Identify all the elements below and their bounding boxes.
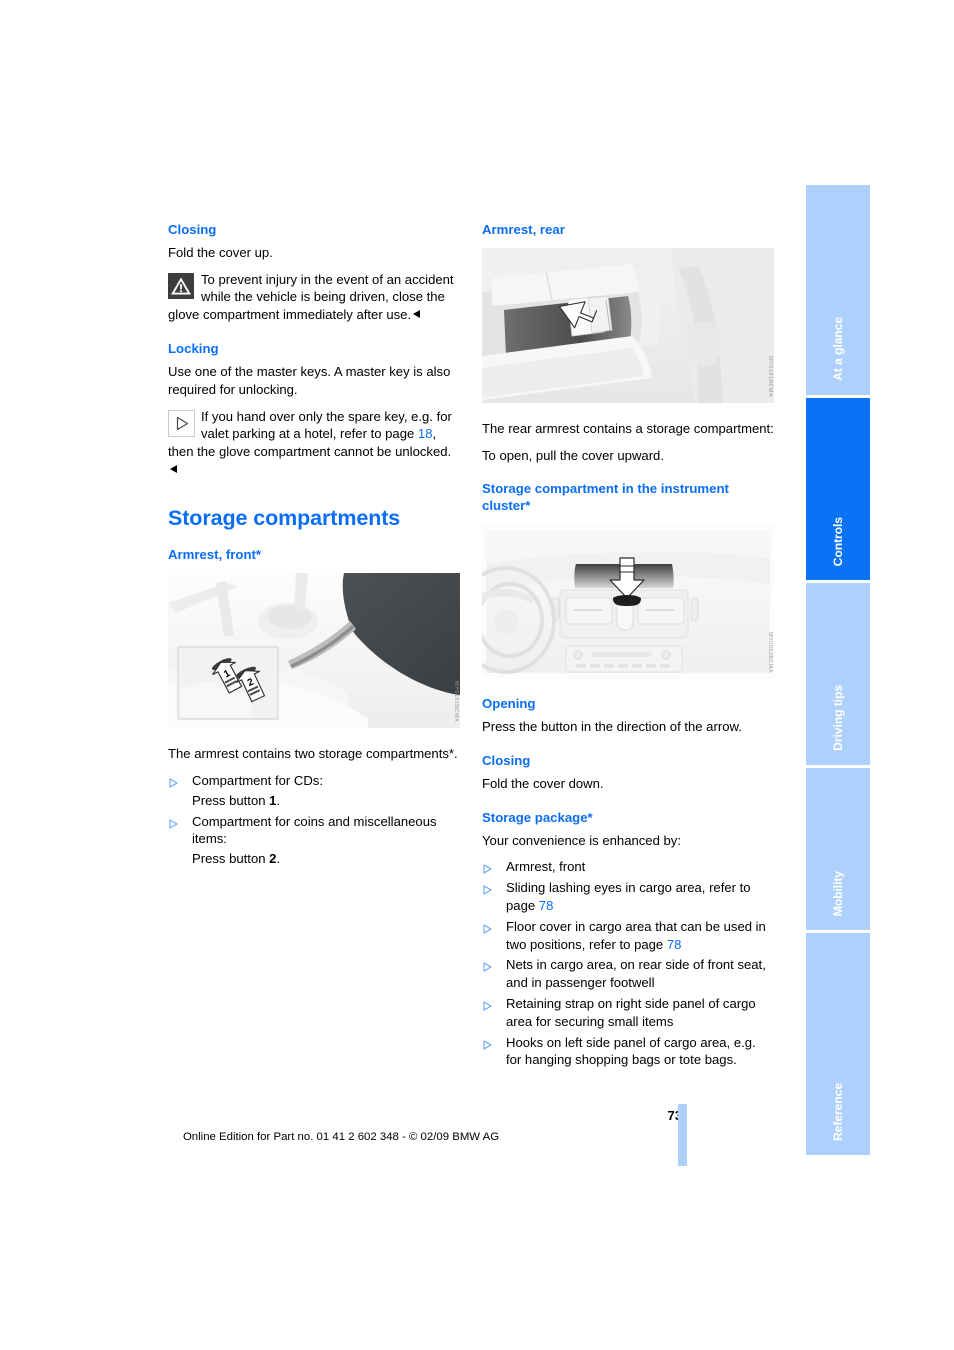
- bullet-triangle-icon: [483, 921, 492, 934]
- heading-armrest-front: Armrest, front*: [168, 547, 262, 563]
- sidebar-item-controls[interactable]: Controls: [806, 398, 870, 580]
- figure-watermark: MY0092BCMA: [767, 632, 773, 674]
- bullet-triangle-icon: [483, 861, 492, 874]
- closing-cluster-body: Fold the cover down.: [482, 775, 604, 791]
- figure-armrest-front: 1 2 MY0191BCMA: [168, 573, 460, 729]
- bullet-triangle-icon: [483, 1037, 492, 1050]
- bullet-triangle-icon: [169, 816, 178, 829]
- list-item: Compartment for coins and miscellaneous …: [168, 813, 460, 868]
- figure-armrest-rear: MY0191BCMA: [482, 247, 774, 403]
- sidebar-item-reference[interactable]: Reference: [806, 933, 870, 1155]
- armrest-front-bullet-list: Compartment for CDs: Press button 1. Com…: [168, 772, 460, 868]
- warning-notice-text: To prevent injury in the event of an acc…: [168, 271, 454, 323]
- warning-triangle-icon: [168, 272, 194, 299]
- reference-notice-text: If you hand over only the spare key, e.g…: [168, 408, 460, 479]
- sidebar-item-label: Controls: [831, 516, 845, 566]
- sidebar-item-label: Driving tips: [831, 685, 845, 751]
- list-item-label: Compartment for CDs:: [192, 773, 323, 789]
- list-item: Retaining strap on right side panel of c…: [482, 995, 774, 1031]
- bullet-triangle-icon: [483, 998, 492, 1011]
- reference-triangle-icon: [168, 409, 195, 437]
- list-item-label: Floor cover in cargo area that can be us…: [506, 918, 766, 952]
- armrest-rear-body-2: To open, pull the cover upward.: [482, 447, 664, 463]
- figure-instrument-cluster: MY0092BCMA: [482, 524, 774, 680]
- list-item-label: Hooks on left side panel of cargo area, …: [506, 1034, 756, 1068]
- list-item-sublabel: Press button 1.: [192, 792, 281, 808]
- end-of-notice-marker: [413, 310, 421, 319]
- page-number: 73: [667, 1108, 682, 1123]
- sidebar-item-driving-tips[interactable]: Driving tips: [806, 583, 870, 765]
- list-item-sublabel: Press button 2.: [192, 851, 281, 867]
- locking-body: Use one of the master keys. A master key…: [168, 363, 451, 397]
- list-item: Nets in cargo area, on rear side of fron…: [482, 956, 774, 992]
- warning-notice: To prevent injury in the event of an acc…: [168, 271, 460, 324]
- chapter-tab-rail: At a glance Controls Driving tips Mobili…: [806, 185, 870, 1158]
- storage-package-intro: Your convenience is enhanced by:: [482, 832, 681, 848]
- list-item-label: Armrest, front: [506, 859, 586, 875]
- bullet-triangle-icon: [483, 959, 492, 972]
- storage-package-bullet-list: Armrest, front Sliding lashing eyes in c…: [482, 858, 774, 1069]
- reference-notice: If you hand over only the spare key, e.g…: [168, 408, 460, 479]
- list-item: Floor cover in cargo area that can be us…: [482, 918, 774, 954]
- heading-opening: Opening: [482, 696, 536, 712]
- bullet-triangle-icon: [483, 882, 492, 895]
- armrest-rear-body-1: The rear armrest contains a storage comp…: [482, 420, 774, 436]
- page-reference-18[interactable]: 18: [418, 426, 433, 441]
- sidebar-item-mobility[interactable]: Mobility: [806, 768, 870, 930]
- list-item: Compartment for CDs: Press button 1.: [168, 772, 460, 810]
- bullet-triangle-icon: [169, 775, 178, 788]
- sidebar-item-label: At a glance: [831, 317, 845, 381]
- list-item-label: Compartment for coins and miscellaneous …: [192, 813, 437, 847]
- list-item: Armrest, front: [482, 858, 774, 876]
- list-item-label: Nets in cargo area, on rear side of fron…: [506, 957, 766, 991]
- figure-watermark: MY0191BCMA: [767, 355, 773, 397]
- armrest-front-intro: The armrest contains two storage compart…: [168, 746, 458, 762]
- heading-armrest-rear: Armrest, rear: [482, 222, 565, 237]
- figure-watermark: MY0191BCMA: [453, 681, 459, 723]
- heading-instrument-cluster-compartment: Storage compartment in the instrument cl…: [482, 481, 729, 514]
- page-reference-78[interactable]: 78: [667, 937, 682, 952]
- manual-page: Closing Fold the cover up. To prevent in…: [0, 0, 954, 1350]
- page-title: Storage compartments: [168, 505, 401, 530]
- left-column: Closing Fold the cover up. To prevent in…: [168, 222, 460, 871]
- heading-storage-package: Storage package*: [482, 809, 593, 825]
- right-column: Armrest, rear MY0191BCMA The rear armres…: [482, 222, 774, 1072]
- end-of-notice-marker: [170, 464, 177, 473]
- footer-imprint: Online Edition for Part no. 01 41 2 602 …: [182, 1131, 500, 1143]
- sidebar-item-at-a-glance[interactable]: At a glance: [806, 185, 870, 395]
- closing-glovebox-body: Fold the cover up.: [168, 244, 273, 260]
- page-reference-78[interactable]: 78: [539, 898, 554, 913]
- list-item: Sliding lashing eyes in cargo area, refe…: [482, 879, 774, 915]
- list-item: Hooks on left side panel of cargo area, …: [482, 1034, 774, 1070]
- sidebar-item-label: Mobility: [831, 870, 845, 916]
- heading-closing-cluster: Closing: [482, 752, 531, 768]
- list-item-label: Retaining strap on right side panel of c…: [506, 995, 756, 1029]
- heading-locking: Locking: [168, 341, 219, 357]
- heading-closing-glovebox: Closing: [168, 222, 217, 237]
- opening-body: Press the button in the direction of the…: [482, 719, 742, 735]
